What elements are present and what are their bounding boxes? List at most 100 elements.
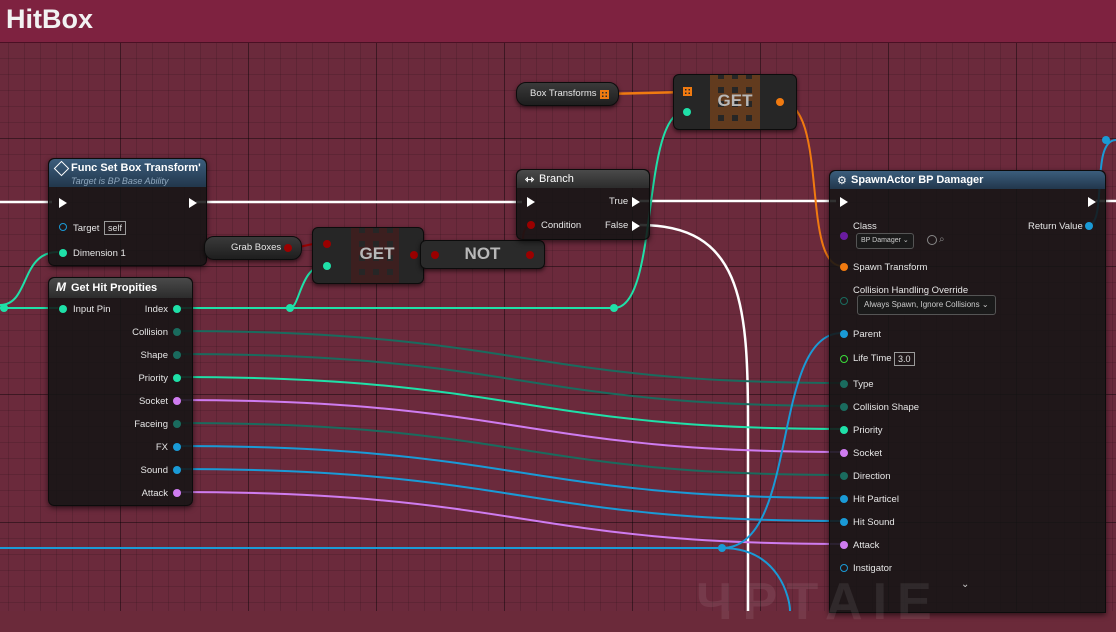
output-pin[interactable]: [173, 328, 181, 336]
index-in-pin[interactable]: [323, 262, 331, 270]
box-transforms-variable-node[interactable]: Box Transforms: [516, 82, 619, 106]
output-pin[interactable]: [173, 466, 181, 474]
spawn-actor-node[interactable]: ⚙ SpawnActor BP Damager Class BP Damager…: [829, 170, 1106, 613]
return-value-label: Return Value: [1028, 221, 1083, 232]
class-value: BP Damager: [861, 237, 901, 244]
class-dropdown[interactable]: BP Damager ⌄: [856, 233, 914, 249]
node-title: Func Set Box Transform': [71, 162, 201, 174]
output-pin[interactable]: [173, 351, 181, 359]
exec-in-pin[interactable]: [840, 197, 848, 207]
true-exec-pin[interactable]: [632, 197, 640, 207]
output-pin[interactable]: [173, 305, 181, 313]
class-pin[interactable]: [840, 232, 848, 240]
dimension-pin[interactable]: [59, 249, 67, 257]
target-value-field[interactable]: self: [104, 221, 127, 235]
node-subtitle: Target is BP Base Ability: [71, 176, 169, 186]
target-pin[interactable]: [59, 223, 67, 231]
array-grid-icon: [600, 90, 609, 99]
not-boolean-node[interactable]: NOT: [420, 240, 545, 269]
branch-icon: ⇿: [525, 174, 535, 186]
func-set-box-transform-node[interactable]: Func Set Box Transform' Target is BP Bas…: [48, 158, 207, 266]
input-pin-label: Input Pin: [73, 304, 111, 315]
input-label: Hit Particel: [853, 494, 899, 505]
life-time-pin[interactable]: [840, 355, 848, 363]
input-pin[interactable]: [840, 518, 848, 526]
chevron-down-icon[interactable]: ⌄: [961, 579, 969, 590]
input-pin[interactable]: [840, 449, 848, 457]
get-transform-node[interactable]: GET: [673, 74, 797, 130]
node-title: Get Hit Propities: [71, 282, 158, 294]
array-in-pin[interactable]: [323, 240, 331, 248]
get-array-node[interactable]: GET: [312, 227, 424, 284]
input-label: Direction: [853, 471, 891, 482]
object-wire: [175, 445, 843, 499]
array-grid-icon: [683, 87, 692, 96]
get-hit-propities-node[interactable]: M Get Hit Propities Input Pin Index Colli…: [48, 277, 193, 506]
input-pin[interactable]: [840, 495, 848, 503]
int-wire: [175, 376, 843, 430]
string-wire: [175, 491, 843, 545]
life-time-field[interactable]: 3.0: [894, 352, 915, 366]
input-label: Hit Sound: [853, 517, 895, 528]
index-in-pin[interactable]: [683, 108, 691, 116]
struct-wire: [175, 422, 843, 476]
output-pin[interactable]: [173, 443, 181, 451]
input-pin[interactable]: [840, 380, 848, 388]
output-label: Faceing: [134, 419, 168, 430]
input-label: Type: [853, 379, 874, 390]
false-exec-pin[interactable]: [632, 221, 640, 231]
spawn-transform-pin[interactable]: [840, 263, 848, 271]
node-title: Branch: [539, 173, 574, 185]
grab-boxes-variable-node[interactable]: Grab Boxes: [204, 236, 302, 260]
output-pin[interactable]: [173, 489, 181, 497]
variable-label: Box Transforms: [530, 88, 597, 99]
false-label: False: [605, 220, 629, 231]
reroute-node: [286, 304, 294, 312]
output-label: FX: [155, 442, 168, 453]
input-pin[interactable]: [840, 541, 848, 549]
exec-in-pin[interactable]: [527, 197, 535, 207]
exec-out-pin[interactable]: [1088, 197, 1096, 207]
output-pin[interactable]: [173, 420, 181, 428]
browse-icon[interactable]: [927, 235, 937, 245]
struct-wire: [175, 353, 843, 407]
bool-out-pin[interactable]: [526, 251, 534, 259]
watermark: ЧРТАІЕ: [696, 573, 942, 631]
branch-node[interactable]: ⇿ Branch Condition True False: [516, 169, 650, 240]
object-wire: [175, 468, 843, 522]
reroute-node: [610, 304, 618, 312]
reroute-node: [0, 304, 8, 312]
input-label: Collision Shape: [853, 402, 920, 413]
bool-in-pin[interactable]: [431, 251, 439, 259]
exec-in-pin[interactable]: [59, 198, 67, 208]
output-label: Socket: [138, 396, 168, 407]
parent-pin[interactable]: [840, 330, 848, 338]
value-out-pin[interactable]: [410, 251, 418, 259]
collision-override-value: Always Spawn, Ignore Collisions: [864, 300, 980, 309]
input-pin[interactable]: [59, 305, 67, 313]
output-label: Collision: [132, 327, 168, 338]
exec-out-pin[interactable]: [189, 198, 197, 208]
class-label: Class: [853, 221, 877, 232]
collision-override-dropdown[interactable]: Always Spawn, Ignore Collisions ⌄: [857, 295, 996, 315]
input-pin[interactable]: [840, 472, 848, 480]
input-pin[interactable]: [840, 403, 848, 411]
input-label: Attack: [853, 540, 880, 551]
input-label: Socket: [853, 448, 883, 459]
array-out-pin[interactable]: [284, 244, 292, 252]
input-pin[interactable]: [840, 564, 848, 572]
input-pin[interactable]: [840, 426, 848, 434]
output-pin[interactable]: [173, 397, 181, 405]
collision-override-pin[interactable]: [840, 297, 848, 305]
output-label: Index: [144, 304, 168, 315]
return-value-pin[interactable]: [1085, 222, 1093, 230]
output-label: Sound: [140, 465, 168, 476]
value-out-pin[interactable]: [776, 98, 784, 106]
condition-pin[interactable]: [527, 221, 535, 229]
output-pin[interactable]: [173, 374, 181, 382]
node-title: SpawnActor BP Damager: [851, 174, 984, 186]
target-label: Target: [73, 223, 100, 234]
output-label: Attack: [141, 488, 168, 499]
search-icon[interactable]: ⌕: [939, 234, 945, 245]
true-label: True: [609, 196, 629, 207]
